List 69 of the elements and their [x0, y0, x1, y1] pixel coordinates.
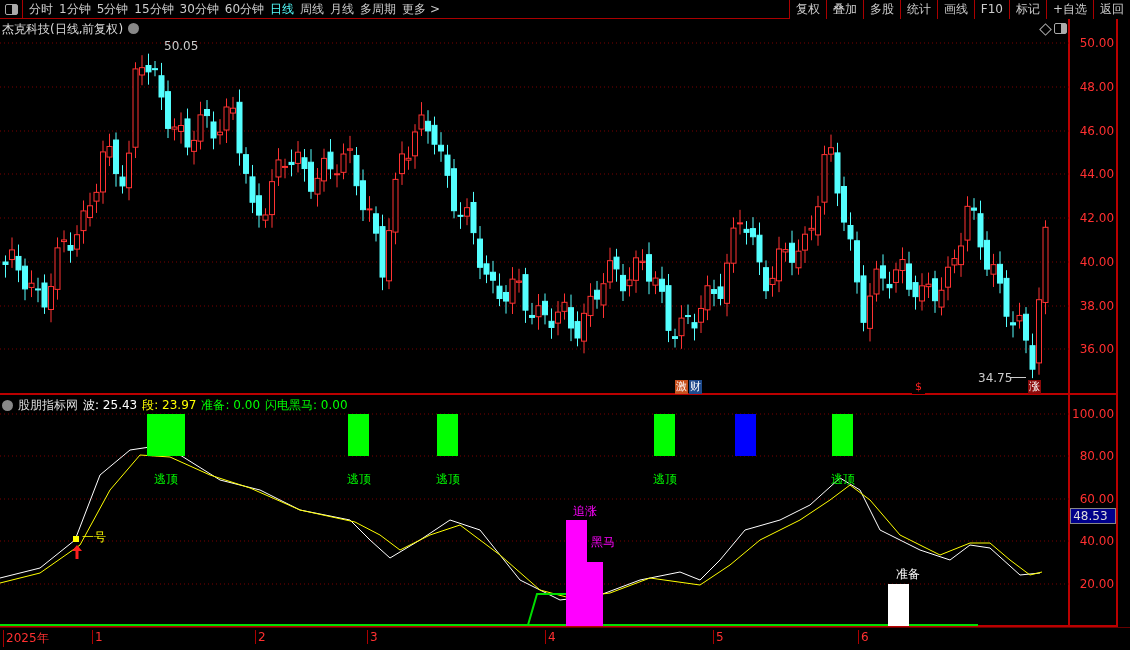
toolbar-button[interactable]: 标记: [1008, 0, 1046, 19]
date-label: 1: [92, 630, 103, 644]
indicator-reading: 准备: 0.00: [201, 397, 260, 414]
dropdown-icon[interactable]: [2, 400, 13, 411]
event-badge[interactable]: 财: [689, 380, 702, 394]
dropdown-icon[interactable]: [128, 23, 139, 34]
period-tab[interactable]: 日线: [270, 0, 295, 18]
low-price-label: 34.75: [978, 371, 1013, 385]
signal-label: 逃顶: [346, 471, 371, 488]
indicator-name: 股朋指标网: [18, 397, 78, 414]
axis-label: 40.00: [1079, 534, 1115, 548]
toolbar-button[interactable]: 返回: [1093, 0, 1130, 19]
signal-label: 逃顶: [154, 471, 178, 488]
event-badge[interactable]: 激: [675, 380, 688, 394]
period-tab[interactable]: 1分钟: [59, 0, 91, 18]
axis-label: 44.00: [1079, 167, 1115, 181]
toolbar-button[interactable]: 复权: [788, 0, 826, 19]
period-tab[interactable]: 周线: [300, 0, 325, 18]
axis-label: 80.00: [1079, 449, 1115, 463]
date-label: 2: [255, 630, 266, 644]
axis-label: 20.00: [1079, 577, 1115, 591]
period-tab[interactable]: 多周期: [360, 0, 397, 18]
axis-label: 48.00: [1079, 80, 1115, 94]
event-badge[interactable]: $: [912, 380, 925, 394]
toolbar-button[interactable]: 叠加: [825, 0, 863, 19]
toolbar-button[interactable]: +自选: [1045, 0, 1093, 19]
signal-bar: [888, 584, 909, 626]
period-tab[interactable]: 更多 >: [402, 0, 440, 18]
signal-label: 追涨: [573, 503, 597, 520]
marker-icon: [73, 536, 79, 542]
period-tab[interactable]: 月线: [330, 0, 355, 18]
up-arrow-icon: [72, 545, 82, 559]
indicator-reading: 波: 25.43: [83, 397, 138, 414]
toolbar-button[interactable]: 画线: [936, 0, 974, 19]
signal-label: 黑马: [591, 534, 615, 551]
toolbar-button[interactable]: 统计: [899, 0, 937, 19]
axis-label: 38.00: [1079, 299, 1115, 313]
event-badge[interactable]: 涨: [1028, 380, 1041, 394]
panel-toggle-icon[interactable]: [4, 3, 18, 15]
stock-title: 杰克科技(日线,前复权): [2, 21, 124, 38]
period-tab[interactable]: 分时: [29, 0, 53, 18]
date-label: 6: [858, 630, 869, 644]
axis-label: 36.00: [1079, 342, 1115, 356]
date-label: 2025年: [3, 630, 49, 647]
axis-label: 50.00: [1079, 36, 1115, 50]
toolbar-button[interactable]: F10: [973, 0, 1009, 19]
toolbar-button[interactable]: 多股: [862, 0, 900, 19]
period-tab[interactable]: 5分钟: [96, 0, 129, 18]
axis-label: 46.00: [1079, 124, 1115, 138]
period-tab[interactable]: 60分钟: [224, 0, 265, 18]
period-tab[interactable]: 15分钟: [134, 0, 174, 18]
panel-toggle-icon[interactable]: [1054, 23, 1067, 34]
axis-label: 100.00: [1072, 407, 1115, 421]
indicator-reading: 段: 23.97: [142, 397, 197, 414]
date-label: 3: [367, 630, 378, 644]
axis-label: 40.00: [1079, 255, 1115, 269]
signal-label: 准备: [896, 566, 920, 583]
signal-label: 逃顶: [830, 471, 855, 488]
indicator-reading: 闪电黑马: 0.00: [265, 397, 348, 414]
signal-label: 一号: [82, 529, 106, 546]
axis-label: 42.00: [1079, 211, 1115, 225]
date-label: 5: [713, 630, 724, 644]
signal-label: 逃顶: [652, 471, 677, 488]
current-value-label: 48.53: [1070, 508, 1117, 524]
axis-label: 60.00: [1079, 492, 1115, 506]
high-price-label: 50.05: [164, 39, 199, 53]
signal-label: 逃顶: [435, 471, 460, 488]
date-label: 4: [545, 630, 556, 644]
period-tab[interactable]: 30分钟: [179, 0, 219, 18]
